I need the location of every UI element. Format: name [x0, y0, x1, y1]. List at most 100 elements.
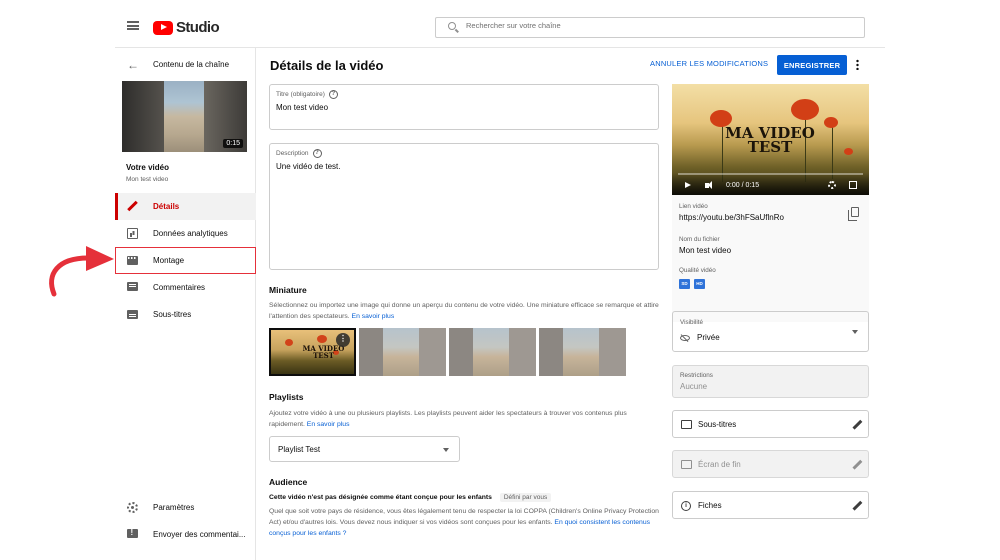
- sidebar-bottom-nav: Paramètres Envoyer des commentai...: [115, 494, 256, 548]
- settings-icon[interactable]: [828, 181, 836, 189]
- edit-pencil-icon[interactable]: [851, 419, 862, 430]
- copy-icon[interactable]: [848, 207, 859, 221]
- subtitles-icon: [127, 310, 138, 319]
- your-video-title: Mon test video: [126, 176, 169, 183]
- filename-label: Nom du fichier: [679, 236, 720, 243]
- feedback-icon: [127, 528, 138, 538]
- player-overlay-title: MA VIDEO TEST: [725, 124, 815, 156]
- save-button[interactable]: ENREGISTRER: [777, 55, 847, 75]
- player-time: 0:00 / 0:15: [726, 182, 760, 189]
- thumbnail-more-icon[interactable]: ⋮: [336, 333, 350, 347]
- back-arrow-icon: ←: [127, 58, 139, 72]
- playlists-heading: Playlists: [269, 392, 304, 402]
- fullscreen-icon[interactable]: [849, 181, 857, 189]
- analytics-icon: [127, 228, 138, 239]
- eye-off-icon: [680, 335, 690, 341]
- sidebar-item-label: Paramètres: [153, 503, 195, 512]
- playlist-dropdown[interactable]: Playlist Test: [269, 436, 460, 462]
- end-screen-row: Écran de fin: [672, 450, 869, 478]
- thumbnail-overlay-text: MA VIDEO TEST: [302, 344, 345, 360]
- player-controls: 0:00 / 0:15: [672, 173, 869, 195]
- filename-value: Mon test video: [679, 246, 732, 255]
- playlists-learn-more-link[interactable]: En savoir plus: [307, 421, 350, 428]
- description-field-label: Description ?: [276, 149, 322, 158]
- restrictions-value: Aucune: [680, 382, 708, 391]
- video-thumbnail[interactable]: 0:15: [122, 81, 247, 152]
- sidebar-item-editor[interactable]: Montage: [115, 247, 256, 274]
- sidebar-item-label: Sous-titres: [153, 310, 192, 319]
- sidebar-item-label: Envoyer des commentai...: [153, 530, 246, 539]
- restrictions-box: Restrictions Aucune: [672, 365, 869, 398]
- sidebar-item-feedback[interactable]: Envoyer des commentai...: [115, 521, 256, 548]
- visibility-value: Privée: [697, 333, 720, 342]
- cards-row[interactable]: i Fiches: [672, 491, 869, 519]
- video-player[interactable]: MA VIDEO TEST 0:00 / 0:15: [672, 84, 869, 195]
- edit-pencil-icon[interactable]: [851, 500, 862, 511]
- thumbnail-option[interactable]: [449, 328, 536, 376]
- help-icon[interactable]: ?: [328, 90, 338, 99]
- help-icon[interactable]: ?: [312, 149, 322, 158]
- title-field-label: Titre (obligatoire) ?: [276, 90, 338, 99]
- poppy-shape: [317, 335, 327, 343]
- logo-text: Studio: [176, 19, 220, 36]
- volume-icon[interactable]: [705, 181, 712, 189]
- sidebar-item-comments[interactable]: Commentaires: [115, 274, 256, 301]
- end-screen-icon: [681, 460, 692, 469]
- more-options-icon[interactable]: [856, 59, 859, 70]
- visibility-dropdown[interactable]: Visibilité Privée: [672, 311, 869, 352]
- title-field[interactable]: Titre (obligatoire) ? Mon test video: [269, 84, 659, 130]
- page-title: Détails de la vidéo: [270, 58, 384, 73]
- chevron-down-icon: [443, 448, 449, 452]
- sidebar-item-label: Données analytiques: [153, 229, 228, 238]
- thumbnail-learn-more-link[interactable]: En savoir plus: [352, 313, 395, 320]
- pencil-icon: [127, 201, 138, 212]
- menu-icon[interactable]: [127, 21, 139, 30]
- playlists-description: Ajoutez votre vidéo à une ou plusieurs p…: [269, 408, 661, 430]
- quality-badges: SD HD: [679, 279, 705, 289]
- description-field[interactable]: Description ? Une vidéo de test.: [269, 143, 659, 270]
- editor-icon: [127, 256, 138, 265]
- sidebar-item-label: Commentaires: [153, 283, 206, 292]
- back-label: Contenu de la chaîne: [153, 60, 230, 69]
- subtitles-row[interactable]: Sous-titres: [672, 410, 869, 438]
- audience-heading: Audience: [269, 477, 308, 487]
- audience-subheading: Cette vidéo n'est pas désignée comme éta…: [269, 493, 552, 502]
- search-input[interactable]: [466, 21, 846, 30]
- end-screen-row-label: Écran de fin: [698, 460, 741, 469]
- sidebar-nav: Détails Données analytiques Montage Comm…: [115, 193, 256, 328]
- audience-subheading-text: Cette vidéo n'est pas désignée comme éta…: [269, 494, 492, 501]
- title-label-text: Titre (obligatoire): [276, 91, 325, 98]
- undo-changes-button[interactable]: ANNULER LES MODIFICATIONS: [650, 59, 768, 68]
- thumbnail-option[interactable]: [539, 328, 626, 376]
- thumbnail-option-selected[interactable]: MA VIDEO TEST ⋮: [269, 328, 356, 376]
- sidebar-item-label: Montage: [153, 256, 185, 265]
- description-input[interactable]: Une vidéo de test.: [276, 162, 340, 171]
- info-icon: i: [681, 501, 691, 511]
- thumbnail-description: Sélectionnez ou importez une image qui d…: [269, 300, 661, 322]
- sidebar-item-details[interactable]: Détails: [115, 193, 256, 220]
- back-to-content[interactable]: ← Contenu de la chaîne: [115, 57, 256, 75]
- thumb-left-panel: [122, 81, 164, 152]
- search-icon: [448, 22, 456, 30]
- sidebar-item-settings[interactable]: Paramètres: [115, 494, 256, 521]
- poppy-shape: [285, 339, 293, 346]
- thumb-middle-panel: [164, 81, 204, 152]
- player-progress-bar[interactable]: [678, 173, 863, 175]
- play-icon[interactable]: [685, 182, 691, 188]
- quality-badge: HD: [694, 279, 705, 289]
- poppy-shape: [791, 99, 819, 120]
- thumbnail-option[interactable]: [359, 328, 446, 376]
- sidebar-item-analytics[interactable]: Données analytiques: [115, 220, 256, 247]
- gear-icon: [127, 502, 138, 513]
- title-input[interactable]: Mon test video: [276, 103, 328, 112]
- sidebar-item-subtitles[interactable]: Sous-titres: [115, 301, 256, 328]
- thumbnail-heading: Miniature: [269, 285, 307, 295]
- comments-icon: [127, 282, 138, 291]
- video-link-label: Lien vidéo: [679, 203, 708, 210]
- video-link[interactable]: https://youtu.be/3hFSaUflnRo: [679, 213, 784, 222]
- youtube-studio-logo[interactable]: Studio: [153, 19, 220, 36]
- restrictions-label: Restrictions: [680, 372, 713, 379]
- quality-badge: SD: [679, 279, 690, 289]
- subtitles-row-label: Sous-titres: [698, 420, 737, 429]
- poppy-stem: [832, 124, 833, 179]
